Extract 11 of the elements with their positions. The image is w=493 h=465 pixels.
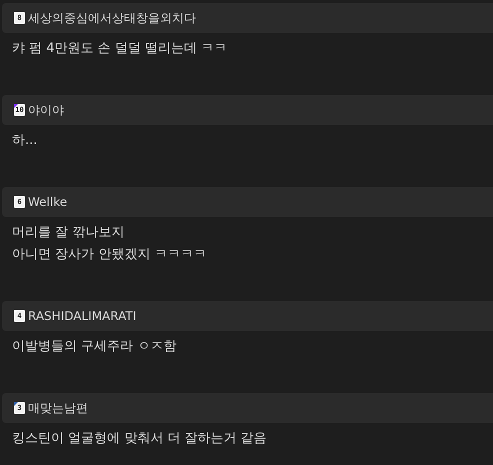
author-name[interactable]: 야이야 xyxy=(28,102,64,118)
comment-text: 이발병들의 구세주라 ㅇㅈ함 xyxy=(12,338,178,356)
comment-text: 머리를 잘 깎나보지 xyxy=(12,224,126,242)
comment-text: 캬 펌 4만원도 손 덜덜 떨리는데 ㅋㅋ xyxy=(12,40,228,58)
author-name[interactable]: 매맞는남편 xyxy=(28,400,88,416)
comment-text: 아니면 장사가 안됐겠지 ㅋㅋㅋㅋ xyxy=(12,246,208,264)
author-name[interactable]: Wellke xyxy=(28,195,68,209)
comment-text: 하... xyxy=(12,132,38,150)
comment-text: 킹스틴이 얼굴형에 맞춰서 더 잘하는거 같음 xyxy=(12,430,268,448)
author-name[interactable]: RASHIDALIMARATI xyxy=(28,309,136,323)
author-name[interactable]: 세상의중심에서상태창을외치다 xyxy=(28,10,196,26)
